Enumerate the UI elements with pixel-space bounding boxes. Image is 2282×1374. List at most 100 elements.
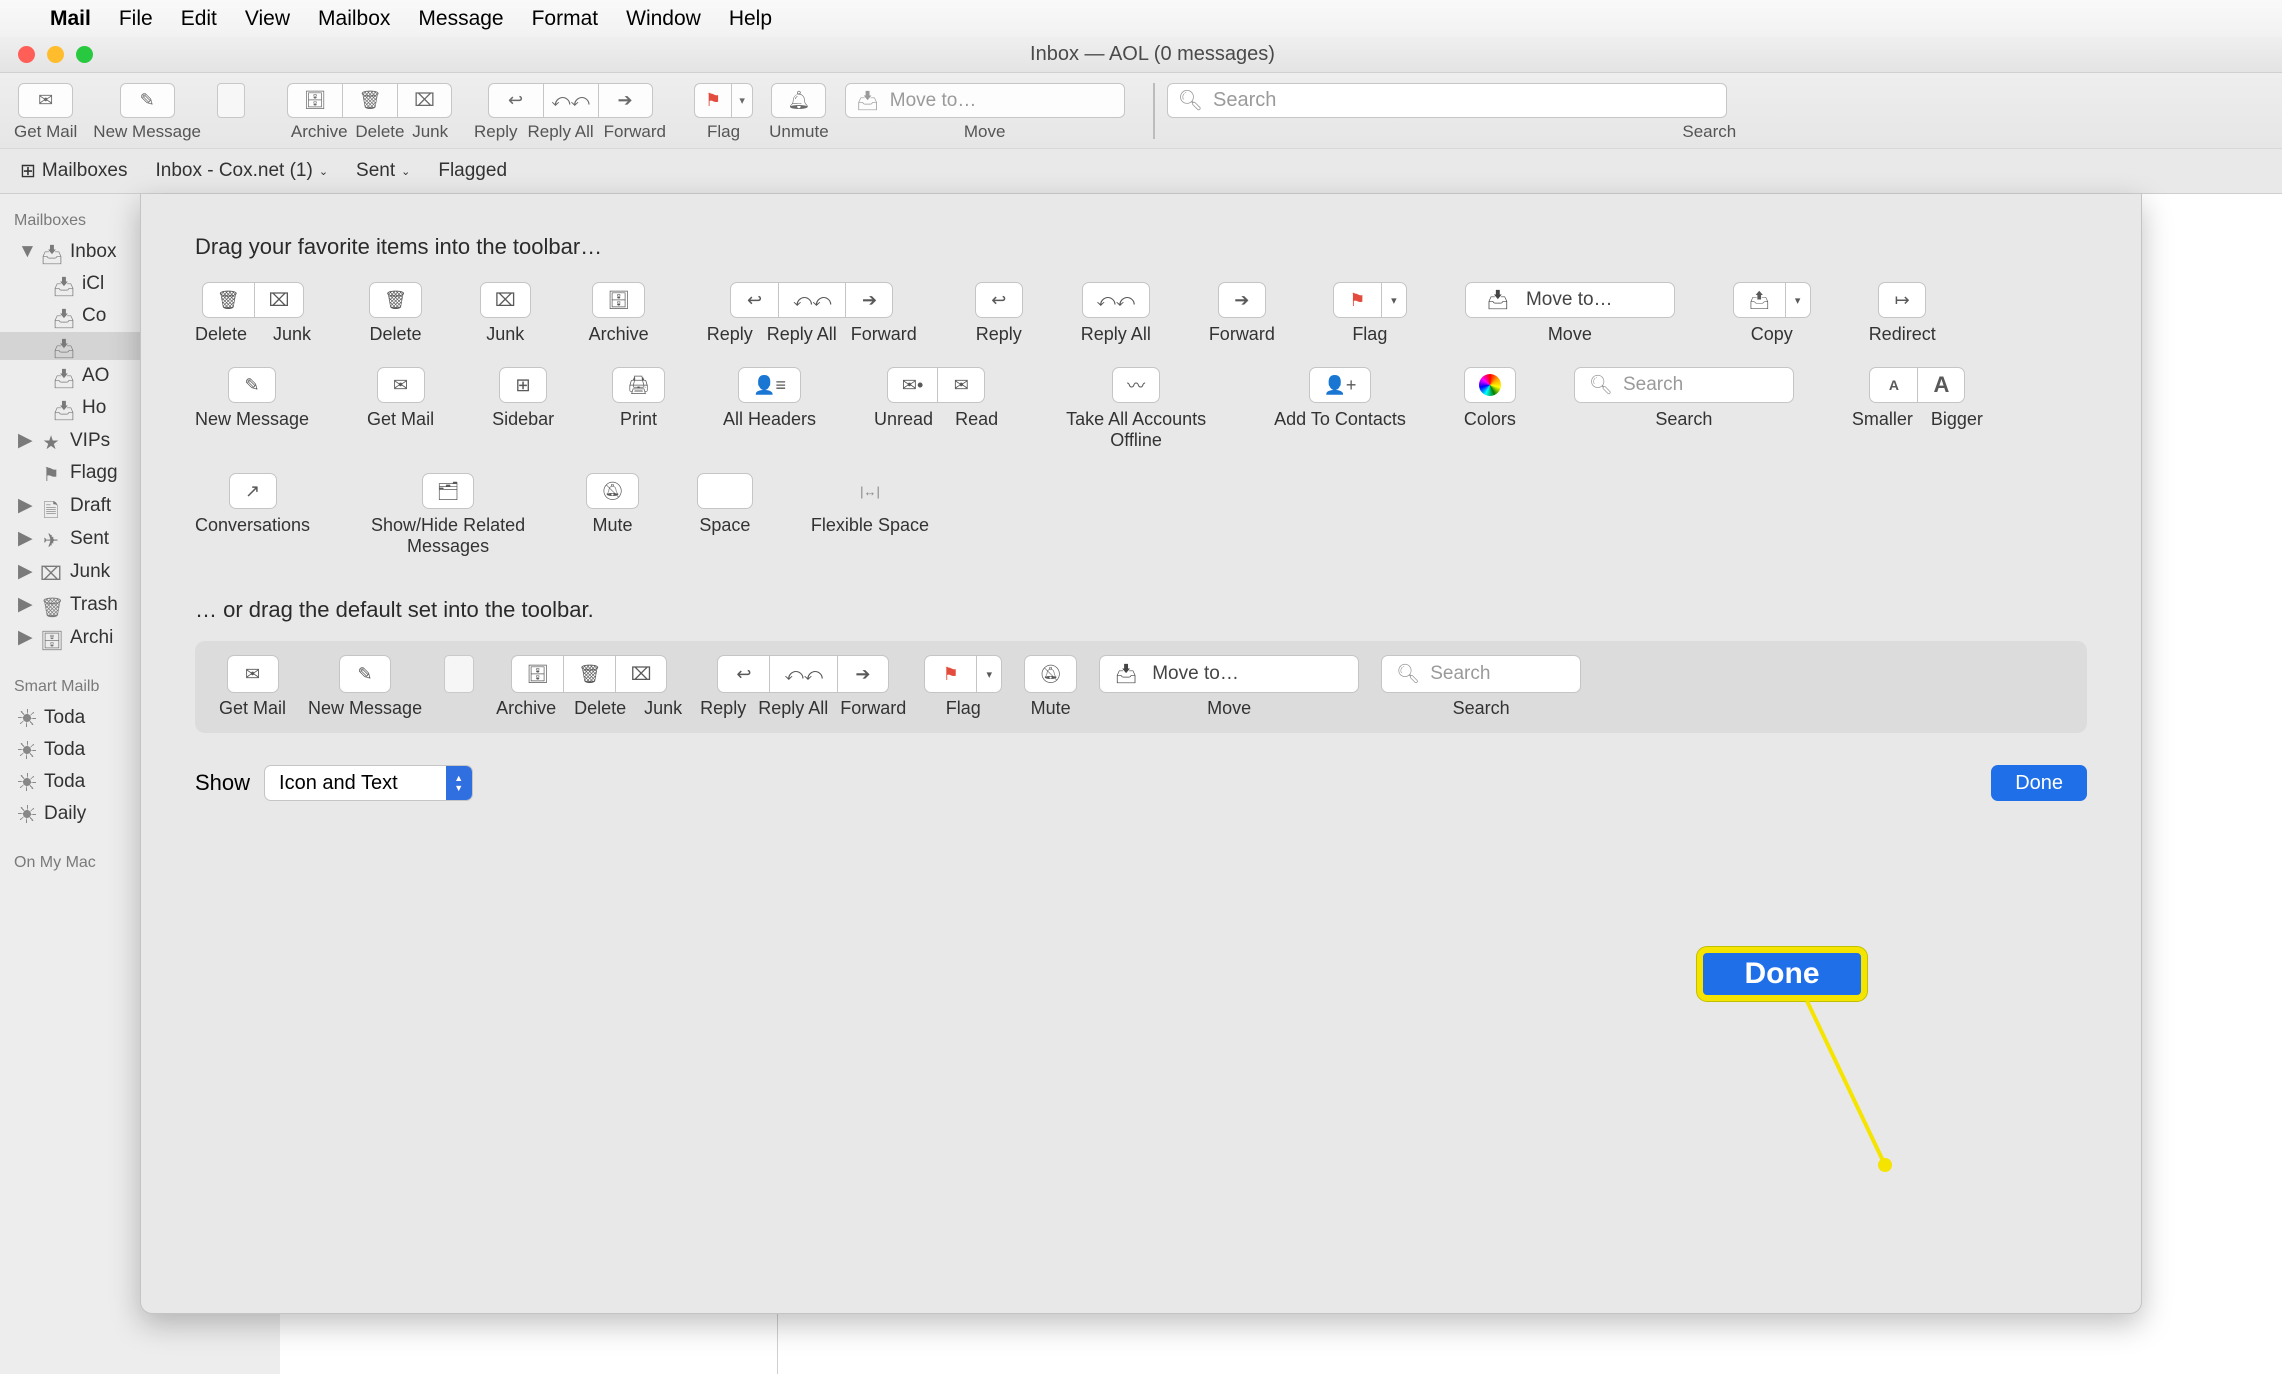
item-delete[interactable]: 🗑︎Delete bbox=[369, 282, 422, 345]
forward-button[interactable]: ➔ bbox=[598, 83, 653, 118]
reply-icon: ↩︎ bbox=[747, 290, 762, 311]
toolbar-divider bbox=[1153, 83, 1155, 139]
chevron-down-icon: ▾ bbox=[1391, 294, 1397, 307]
ds-search[interactable]: 🔍︎Search bbox=[1381, 655, 1581, 693]
item-reply-trio[interactable]: ↩︎⤺⤺➔ ReplyReply AllForward bbox=[707, 282, 917, 345]
forward-icon: ➔ bbox=[862, 290, 877, 311]
item-sidebar[interactable]: ⊞Sidebar bbox=[492, 367, 554, 451]
menu-message[interactable]: Message bbox=[418, 7, 503, 31]
item-junk[interactable]: ⌧Junk bbox=[480, 282, 531, 345]
item-copy[interactable]: 📤︎▾Copy bbox=[1733, 282, 1811, 345]
item-space[interactable]: Space bbox=[697, 473, 753, 557]
item-flag[interactable]: ⚑▾Flag bbox=[1333, 282, 1407, 345]
fav-inbox[interactable]: Inbox - Cox.net (1)⌄ bbox=[155, 160, 328, 182]
minimize-window-button[interactable] bbox=[47, 46, 64, 63]
item-related[interactable]: 🗂︎Show/Hide Related Messages bbox=[368, 473, 528, 557]
ds-archive[interactable]: 🗄︎ bbox=[511, 655, 563, 693]
disclosure-icon[interactable]: ▶ bbox=[18, 527, 30, 550]
default-set-strip[interactable]: ✉︎Get Mail ✎New Message . 🗄︎🗑︎⌧ ArchiveD… bbox=[195, 641, 2087, 733]
search-icon: 🔍︎ bbox=[1178, 88, 1203, 113]
item-forward[interactable]: ➔Forward bbox=[1209, 282, 1275, 345]
ds-blank-slot[interactable] bbox=[444, 655, 474, 693]
flexspace-icon: |↔| bbox=[842, 473, 898, 509]
disclosure-icon[interactable]: ▶ bbox=[18, 560, 30, 583]
item-getmail[interactable]: ✉︎Get Mail bbox=[367, 367, 434, 451]
menu-help[interactable]: Help bbox=[729, 7, 772, 31]
redirect-icon: ↦ bbox=[1895, 290, 1910, 311]
item-colors[interactable]: Colors bbox=[1464, 367, 1516, 451]
search-label: Search bbox=[1167, 122, 2252, 142]
reply-button[interactable]: ↩︎ bbox=[488, 83, 543, 118]
menu-file[interactable]: File bbox=[119, 7, 153, 31]
menu-app[interactable]: Mail bbox=[50, 7, 91, 31]
replyall-button[interactable]: ⤺⤺ bbox=[543, 83, 598, 118]
drafts-icon: 🗎 bbox=[40, 497, 62, 515]
ds-reply[interactable]: ↩︎ bbox=[717, 655, 769, 693]
item-reply[interactable]: ↩︎Reply bbox=[975, 282, 1023, 345]
menu-window[interactable]: Window bbox=[626, 7, 701, 31]
item-newmessage[interactable]: ✎New Message bbox=[195, 367, 309, 451]
junk-button[interactable]: ⌧ bbox=[397, 83, 452, 118]
ds-moveto[interactable]: 📥︎Move to… bbox=[1099, 655, 1359, 693]
moveto-button[interactable]: 📥︎ Move to… bbox=[845, 83, 1125, 118]
item-unread-read[interactable]: ✉︎•✉︎UnreadRead bbox=[874, 367, 998, 451]
menu-mailbox[interactable]: Mailbox bbox=[318, 7, 390, 31]
item-conversations[interactable]: ↗︎Conversations bbox=[195, 473, 310, 557]
disclosure-icon[interactable]: ▶ bbox=[18, 626, 30, 649]
item-mute[interactable]: 🔕︎Mute bbox=[586, 473, 639, 557]
flag-menu-button[interactable]: ▾ bbox=[731, 83, 753, 118]
archive-icon: 🗄︎ bbox=[304, 90, 327, 111]
flag-button[interactable]: ⚑ bbox=[694, 83, 731, 118]
trash-icon: 🗑︎ bbox=[40, 596, 62, 614]
flag-icon: ⚑ bbox=[705, 90, 721, 111]
ds-replyall[interactable]: ⤺⤺ bbox=[769, 655, 836, 693]
search-field[interactable]: 🔍︎ Search bbox=[1167, 83, 1727, 118]
unmute-button[interactable]: 🔔︎ bbox=[771, 83, 826, 118]
newmsg-button[interactable]: ✎ bbox=[120, 83, 175, 118]
item-redirect[interactable]: ↦Redirect bbox=[1869, 282, 1936, 345]
mailboxes-toggle[interactable]: ⊞Mailboxes bbox=[20, 160, 127, 183]
gear-icon bbox=[18, 773, 36, 791]
disclosure-icon[interactable]: ▶ bbox=[18, 593, 30, 616]
forward-icon: ➔ bbox=[855, 664, 870, 685]
disclosure-icon[interactable]: ▶ bbox=[18, 494, 30, 517]
show-popup[interactable]: Icon and Text ▲▼ bbox=[264, 765, 473, 801]
fav-sent[interactable]: Sent⌄ bbox=[356, 160, 410, 182]
toolbar-drop-slot[interactable] bbox=[217, 83, 245, 118]
getmail-button[interactable]: ✉︎ bbox=[18, 83, 73, 118]
menu-edit[interactable]: Edit bbox=[181, 7, 217, 31]
archive-button[interactable]: 🗄︎ bbox=[287, 83, 342, 118]
ds-flag-menu[interactable]: ▾ bbox=[976, 655, 1002, 693]
close-window-button[interactable] bbox=[18, 46, 35, 63]
item-flexspace[interactable]: |↔|Flexible Space bbox=[811, 473, 929, 557]
item-search[interactable]: 🔍︎SearchSearch bbox=[1574, 367, 1794, 451]
item-smaller-bigger[interactable]: AASmallerBigger bbox=[1852, 367, 1983, 451]
disclosure-icon[interactable]: ▼ bbox=[18, 241, 30, 263]
menu-view[interactable]: View bbox=[245, 7, 290, 31]
ds-flag[interactable]: ⚑ bbox=[924, 655, 976, 693]
ds-delete[interactable]: 🗑︎ bbox=[563, 655, 615, 693]
ds-forward[interactable]: ➔ bbox=[837, 655, 889, 693]
envelope-icon: ✉︎ bbox=[393, 375, 408, 396]
ds-junk[interactable]: ⌧ bbox=[615, 655, 667, 693]
item-move[interactable]: 📥︎Move to…Move bbox=[1465, 282, 1675, 345]
item-offline[interactable]: 〰Take All Accounts Offline bbox=[1056, 367, 1216, 451]
delete-button[interactable]: 🗑︎ bbox=[342, 83, 397, 118]
zoom-window-button[interactable] bbox=[76, 46, 93, 63]
traffic-lights bbox=[18, 46, 93, 63]
menu-format[interactable]: Format bbox=[532, 7, 599, 31]
disclosure-icon[interactable]: ▶ bbox=[18, 429, 30, 452]
item-addcontacts[interactable]: 👤+Add To Contacts bbox=[1274, 367, 1406, 451]
ds-mute[interactable]: 🔕︎ bbox=[1024, 655, 1077, 693]
item-replyall[interactable]: ⤺⤺Reply All bbox=[1081, 282, 1151, 345]
flag-icon: ⚑ bbox=[40, 464, 62, 482]
item-allheaders[interactable]: 👤≡All Headers bbox=[723, 367, 816, 451]
gear-icon bbox=[18, 741, 36, 759]
fav-flagged[interactable]: Flagged bbox=[438, 160, 507, 182]
item-archive[interactable]: 🗄︎Archive bbox=[589, 282, 649, 345]
item-delete-junk[interactable]: 🗑︎⌧ DeleteJunk bbox=[195, 282, 311, 345]
item-print[interactable]: 🖨︎Print bbox=[612, 367, 665, 451]
done-button[interactable]: Done bbox=[1991, 765, 2087, 801]
ds-newmsg[interactable]: ✎ bbox=[339, 655, 391, 693]
ds-getmail[interactable]: ✉︎ bbox=[227, 655, 279, 693]
